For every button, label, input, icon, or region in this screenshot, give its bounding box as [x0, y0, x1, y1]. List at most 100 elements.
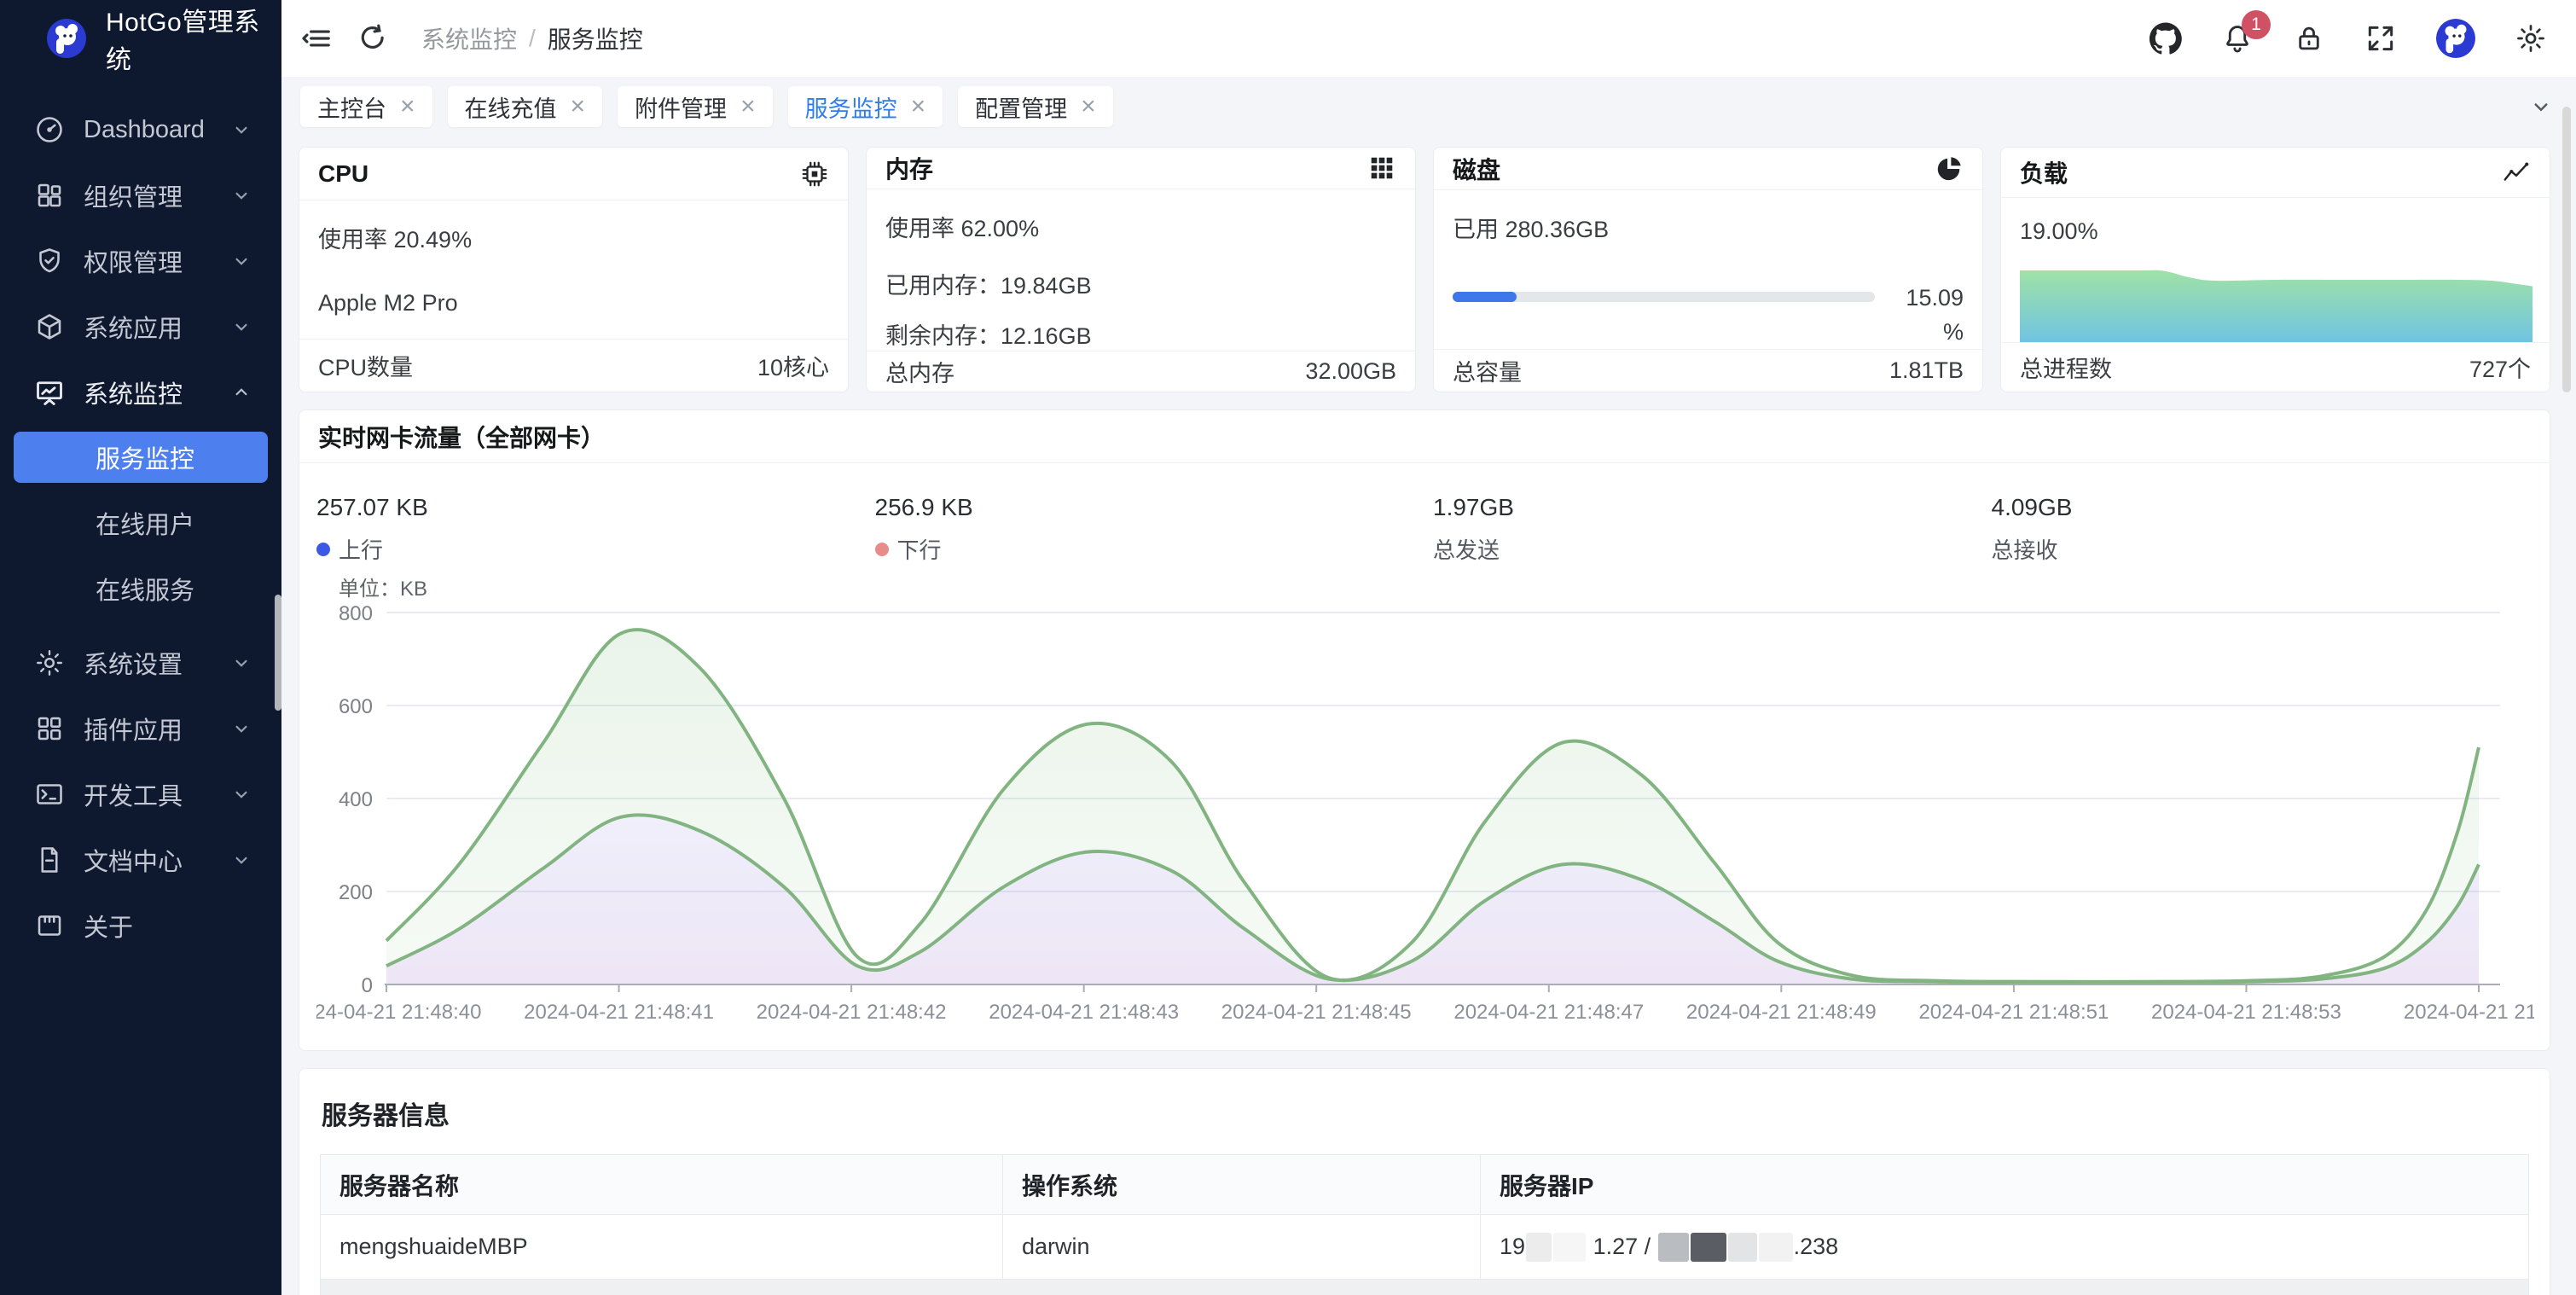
- close-icon[interactable]: ×: [571, 94, 586, 119]
- network-stat-total-received: 4.09GB 总接收: [1992, 494, 2550, 565]
- about-frame-icon: [34, 910, 65, 941]
- tab-console[interactable]: 主控台 ×: [300, 86, 432, 127]
- svg-text:2024-04-21 21:48:42: 2024-04-21 21:48:42: [757, 1001, 947, 1024]
- tab-online-recharge[interactable]: 在线充值 ×: [448, 86, 603, 127]
- cpu-card: CPU 使用率 20.49% Apple M2 Pro CPU数量 10核心: [299, 147, 849, 392]
- redacted-block: [1728, 1233, 1757, 1262]
- svg-text:2024-04-21 21:48:40: 2024-04-21 21:48:40: [316, 1001, 481, 1024]
- sidebar-item-permission[interactable]: 权限管理: [14, 236, 268, 286]
- memory-usage: 使用率 62.00%: [885, 210, 1396, 243]
- load-percent: 19.00%: [2020, 218, 2531, 245]
- lock-icon[interactable]: [2293, 22, 2325, 55]
- chevron-up-icon: [230, 381, 252, 404]
- main-area: 系统监控 / 服务监控 1: [281, 0, 2576, 1295]
- stat-value: 257.07 KB: [316, 494, 875, 521]
- notification-badge: 1: [2242, 10, 2271, 39]
- sidebar-subitem-service-monitor[interactable]: 服务监控: [14, 432, 268, 483]
- user-avatar[interactable]: [2436, 19, 2475, 58]
- memory-card: 内存 使用率 62.00% 已用内存：19.84GB 剩余内存：12.16GB …: [866, 147, 1416, 392]
- svg-text:单位：KB: 单位：KB: [339, 578, 427, 601]
- svg-text:600: 600: [339, 695, 373, 718]
- svg-text:400: 400: [339, 788, 373, 811]
- redacted-block: [1553, 1233, 1586, 1262]
- page-scrollbar[interactable]: [2562, 107, 2571, 392]
- fullscreen-icon[interactable]: [2364, 22, 2397, 55]
- chevron-down-icon: [230, 849, 252, 871]
- memory-grid-icon: [1367, 154, 1396, 183]
- sidebar-item-label: 开发工具: [84, 776, 230, 812]
- load-card: 负载 19.00% 总进程数 727个: [2000, 147, 2550, 392]
- tab-label: 主控台: [317, 90, 386, 124]
- ip-text: .238: [1794, 1234, 1839, 1260]
- sidebar-subitem-label: 在线服务: [96, 571, 194, 607]
- disk-pie-icon: [1935, 154, 1964, 183]
- notifications-bell-icon[interactable]: 1: [2221, 22, 2254, 55]
- disk-footer-label: 总容量: [1453, 354, 1522, 387]
- close-icon[interactable]: ×: [911, 94, 926, 119]
- gauge-icon: [34, 114, 65, 145]
- sidebar-item-system-app[interactable]: 系统应用: [14, 302, 268, 351]
- chevron-down-icon: [230, 717, 252, 740]
- network-stat-up: 257.07 KB 上行: [316, 494, 875, 565]
- sidebar-item-system-monitor[interactable]: 系统监控: [14, 368, 268, 417]
- tab-config[interactable]: 配置管理 ×: [958, 86, 1113, 127]
- ip-text: 19: [1500, 1234, 1525, 1260]
- tab-attachments[interactable]: 附件管理 ×: [618, 86, 773, 127]
- github-icon[interactable]: [2150, 22, 2182, 55]
- app-logo[interactable]: HotGo管理系统: [0, 0, 281, 77]
- close-icon[interactable]: ×: [1081, 94, 1096, 119]
- koala-logo-icon: [46, 18, 87, 59]
- monitor-chart-icon: [34, 377, 65, 408]
- cpu-footer-value: 10核心: [757, 349, 829, 382]
- stat-label: 下行: [897, 533, 942, 565]
- sidebar-item-org[interactable]: 组织管理: [14, 171, 268, 220]
- sidebar-subitem-label: 在线用户: [96, 505, 194, 541]
- breadcrumb-separator: /: [529, 25, 536, 52]
- load-card-title: 负载: [2020, 155, 2068, 189]
- memory-footer-value: 32.00GB: [1305, 358, 1396, 385]
- cpu-footer-label: CPU数量: [318, 349, 413, 382]
- sidebar-subitem-online-users[interactable]: 在线用户: [14, 497, 268, 549]
- tab-label: 附件管理: [635, 90, 727, 124]
- disk-card-title: 磁盘: [1453, 152, 1500, 186]
- stat-value: 4.09GB: [1992, 494, 2550, 521]
- breadcrumb-current: 服务监控: [548, 21, 643, 55]
- table-header-row: 服务器名称 操作系统 服务器IP: [321, 1155, 2528, 1215]
- close-icon[interactable]: ×: [400, 94, 415, 119]
- sidebar-item-dev-tools[interactable]: 开发工具: [14, 769, 268, 819]
- sidebar-item-docs[interactable]: 文档中心: [14, 835, 268, 885]
- sidebar-item-label: 系统应用: [84, 309, 230, 345]
- refresh-icon[interactable]: [357, 22, 389, 55]
- tab-service-monitor[interactable]: 服务监控 ×: [788, 86, 943, 127]
- redacted-block: [1691, 1233, 1726, 1262]
- settings-gear-icon[interactable]: [2515, 22, 2547, 55]
- close-icon[interactable]: ×: [740, 94, 756, 119]
- collapse-menu-icon[interactable]: [300, 22, 333, 55]
- tab-list-chevron-down-icon[interactable]: [2528, 94, 2554, 119]
- disk-footer-value: 1.81TB: [1889, 357, 1964, 384]
- stat-value: 256.9 KB: [875, 494, 1434, 521]
- chevron-down-icon: [230, 783, 252, 805]
- chevron-down-icon: [230, 652, 252, 674]
- chevron-down-icon: [230, 184, 252, 206]
- load-trend-icon: [2502, 158, 2531, 187]
- svg-text:2024-04-21 21:48:51: 2024-04-21 21:48:51: [1918, 1001, 2109, 1024]
- sidebar-item-plugins[interactable]: 插件应用: [14, 704, 268, 753]
- svg-text:200: 200: [339, 881, 373, 904]
- header-actions: 1: [2150, 19, 2547, 58]
- sidebar-item-about[interactable]: 关于: [14, 901, 268, 950]
- breadcrumb-parent[interactable]: 系统监控: [421, 21, 517, 55]
- column-header-server-ip: 服务器IP: [1481, 1155, 2528, 1215]
- chevron-down-icon: [230, 119, 252, 141]
- svg-text:2024-04-21 21:48:41: 2024-04-21 21:48:41: [524, 1001, 714, 1024]
- disk-percent: 15.09 %: [1890, 282, 1964, 348]
- sidebar-subitem-online-services[interactable]: 在线服务: [14, 563, 268, 614]
- sidebar-scrollbar[interactable]: [275, 595, 281, 711]
- document-icon: [34, 845, 65, 875]
- memory-free: 剩余内存：12.16GB: [885, 317, 1396, 351]
- sidebar-item-system-settings[interactable]: 系统设置: [14, 638, 268, 688]
- disk-progress-track: [1453, 292, 1875, 302]
- sidebar-item-dashboard[interactable]: Dashboard: [14, 105, 268, 154]
- sidebar-item-label: 文档中心: [84, 842, 230, 878]
- network-traffic-card: 实时网卡流量（全部网卡） 257.07 KB 上行 256.9 KB 下行 1.…: [299, 409, 2550, 1051]
